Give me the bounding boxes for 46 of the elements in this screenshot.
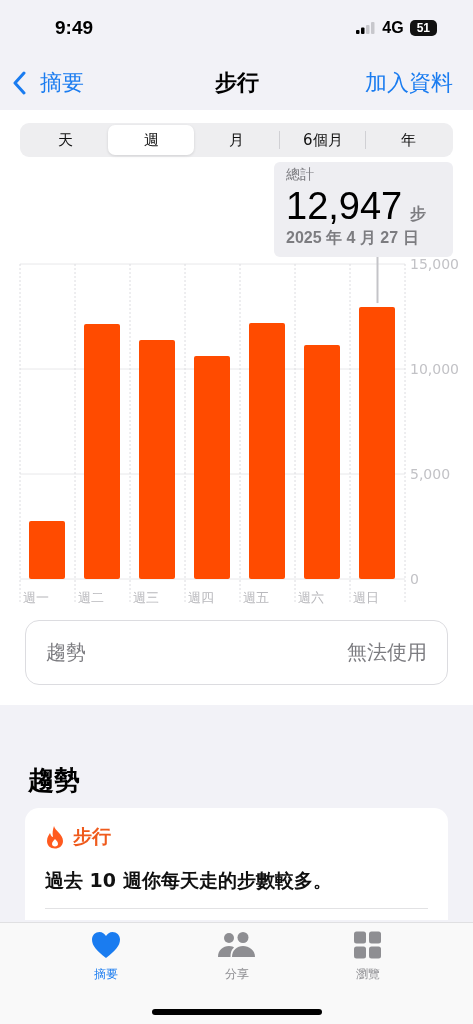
bar[interactable] [139,340,175,579]
callout-label: 總計 [286,166,315,184]
card-title: 步行 [73,824,111,849]
trend-status: 無法使用 [347,639,427,666]
axis-tick-label: 10,000 [410,361,459,377]
callout-date: 2025 年 4 月 27 日 [286,228,420,248]
people-icon [217,931,256,959]
trend-label: 趨勢 [46,639,86,666]
axis-category-label: 週四 [188,590,214,605]
flame-icon [45,825,65,849]
axis-category-label: 週五 [243,590,269,605]
unit-label: 步 [410,204,427,225]
bar[interactable] [249,323,285,579]
step-total: 12,947 [286,184,403,228]
back-button[interactable]: 摘要 [12,67,84,98]
leader-line [376,257,379,305]
trend-row[interactable]: 趨勢 無法使用 [25,620,448,685]
segment-tab[interactable]: 月 [193,125,280,155]
axis-tick-label: 0 [410,571,419,587]
trend-message: 過去 10 週你每天走的步數較多。 [45,868,333,893]
tab-bar-item[interactable]: 摘要 [65,931,146,993]
bar[interactable] [194,356,230,579]
section-heading: 趨勢 [28,764,81,797]
segment-tab[interactable]: 年 [365,131,451,149]
segment-tab[interactable]: 天 [22,125,108,155]
battery-indicator: 51 [409,19,437,36]
axis-tick-label: 5,000 [410,466,451,482]
nav-title: 步行 [214,68,259,97]
axis-tick-label: 15,000 [410,257,459,272]
bar[interactable] [29,521,65,579]
bar[interactable] [359,307,395,579]
axis-category-label: 週六 [298,590,324,605]
segment-tab[interactable]: 週 [107,125,194,155]
trend-card[interactable]: 步行 過去 10 週你每天走的步數較多。 [25,808,448,920]
grid-icon [354,931,381,959]
bar[interactable] [84,324,120,579]
axis-category-label: 週日 [353,590,379,605]
axis-category-label: 週二 [78,590,104,605]
network-label: 4G [382,18,404,37]
status-time: 9:49 [55,16,94,39]
segment-tab[interactable]: 6個月 [279,131,366,149]
heart-icon [90,931,121,959]
signal-icon [356,21,377,34]
bar[interactable] [304,345,340,579]
chevron-left-icon [12,70,26,95]
add-data-button[interactable]: 加入資料 [365,67,453,98]
